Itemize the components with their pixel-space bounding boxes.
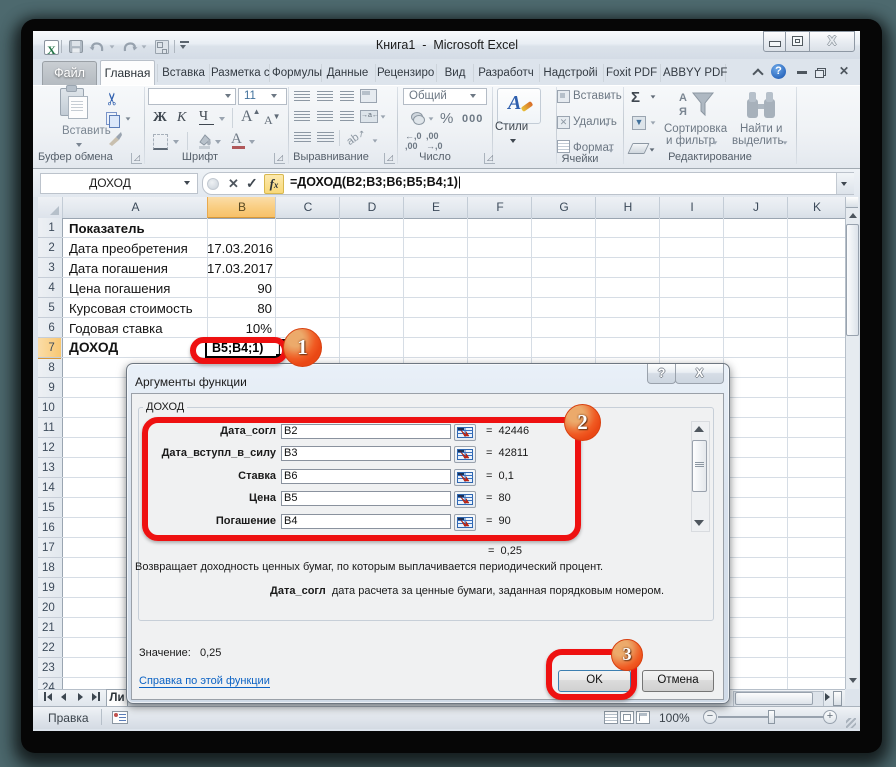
svg-text:Я: Я	[679, 106, 687, 118]
svg-text:А: А	[679, 92, 687, 104]
